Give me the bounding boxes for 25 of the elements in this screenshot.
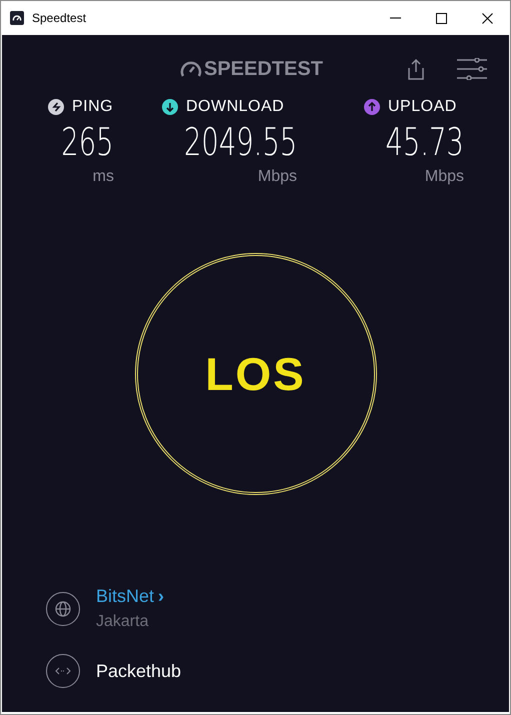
share-icon[interactable] <box>407 58 425 80</box>
metric-label: UPLOAD <box>388 97 457 117</box>
gauge-icon <box>180 60 202 78</box>
server-name: Packethub <box>96 660 182 682</box>
metric-label: DOWNLOAD <box>186 97 284 117</box>
close-icon <box>482 12 492 24</box>
chevron-icon[interactable]: › <box>158 583 164 610</box>
metric-value: 45.73 <box>386 123 464 161</box>
metric-label: PING <box>72 97 114 117</box>
window-title: Speedtest <box>32 10 86 27</box>
globe-icon <box>46 592 80 626</box>
settings-icon[interactable] <box>457 58 487 80</box>
server-icon <box>46 654 80 688</box>
logo-text: SPEEDTEST <box>204 57 323 82</box>
metric-unit: Mbps <box>258 167 297 187</box>
metric-value: 2049.55 <box>184 123 297 161</box>
metric-unit: Mbps <box>424 167 464 187</box>
maximize-icon <box>436 12 446 24</box>
start-button[interactable]: LOS <box>134 253 376 495</box>
metric-unit: ms <box>92 167 114 187</box>
provider-link[interactable]: BitsNet <box>96 583 154 610</box>
metric-value: 265 <box>62 123 114 161</box>
minimize-icon <box>390 17 400 19</box>
server-location: Jakarta <box>96 612 150 632</box>
app-icon <box>10 11 24 25</box>
